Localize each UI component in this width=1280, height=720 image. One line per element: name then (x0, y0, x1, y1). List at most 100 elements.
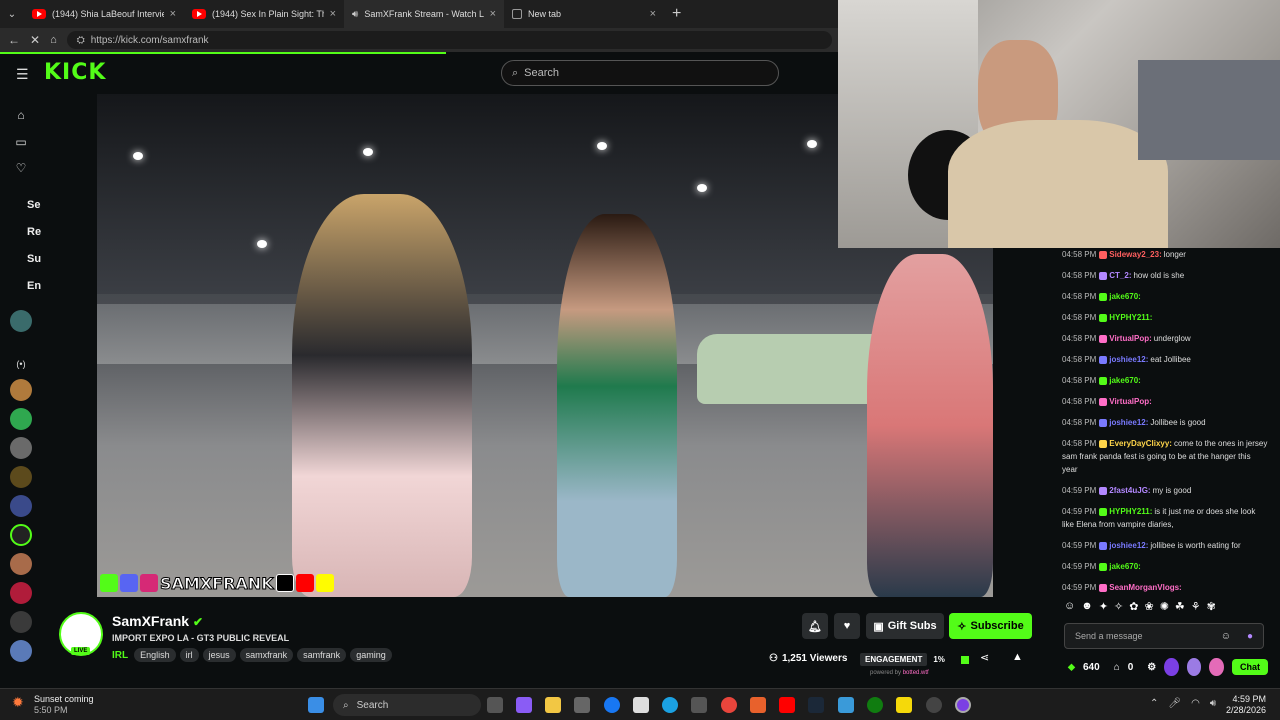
channel-avatar[interactable] (10, 466, 32, 488)
menu-icon[interactable]: ☰ (16, 66, 29, 83)
home-icon[interactable]: ⌂ (10, 104, 32, 126)
emote-icon[interactable]: ☺ (1064, 600, 1075, 613)
emote-icon[interactable]: ⚘ (1191, 600, 1201, 613)
following-heart-icon[interactable]: ♡ (10, 157, 32, 179)
emote-picker-icon[interactable]: ● (1247, 631, 1253, 642)
chat-username[interactable]: CT_2: (1109, 271, 1131, 280)
notes-icon[interactable] (896, 697, 912, 713)
clock[interactable]: 4:59 PM 2/28/2026 (1226, 694, 1266, 716)
store-icon[interactable] (574, 697, 590, 713)
app-icon[interactable] (838, 697, 854, 713)
chat-settings-gear-icon[interactable]: ⚙ (1147, 662, 1156, 673)
app-icon[interactable] (750, 697, 766, 713)
tray-chevron-icon[interactable]: ⌃ (1150, 698, 1158, 709)
channel-avatar[interactable] (10, 640, 32, 662)
subscribe-button[interactable]: ✧ Subscribe (949, 613, 1032, 639)
site-info-icon[interactable]: ⛭ (77, 35, 85, 46)
edge-icon[interactable] (662, 697, 678, 713)
mic-icon[interactable]: 🎤︎ (1168, 698, 1181, 709)
chat-username[interactable]: 2fast4uJG: (1109, 486, 1150, 495)
emote-icon[interactable]: ✾ (1207, 600, 1216, 613)
tag[interactable]: jesus (202, 648, 236, 662)
emote-icon[interactable]: ✺ (1160, 600, 1169, 613)
chat-username[interactable]: HYPHY211: (1109, 313, 1152, 322)
chat-username[interactable]: EveryDayClixyy: (1109, 439, 1172, 448)
emote-icon[interactable]: ☻ (1081, 600, 1093, 613)
category-link[interactable]: IRL (112, 650, 128, 661)
tag[interactable]: irl (179, 648, 199, 662)
emoji-icon[interactable]: ☺ (1221, 631, 1231, 642)
chrome-icon[interactable] (721, 697, 737, 713)
wifi-icon[interactable]: ◠ (1191, 698, 1200, 709)
kick-logo[interactable]: KICK (44, 60, 106, 85)
tab-2[interactable]: (1944) Sex In Plain Sight: The Figu × (184, 0, 344, 28)
close-icon[interactable]: × (650, 8, 656, 20)
tab-list-chevron-icon[interactable]: ⌄ (0, 9, 24, 20)
volume-icon[interactable]: 🔊︎ (1210, 698, 1216, 709)
channel-avatar[interactable] (10, 408, 32, 430)
channel-name[interactable]: SamXFrank (112, 613, 189, 629)
expand-icon[interactable]: (•) (10, 353, 32, 375)
windows-start-icon[interactable] (308, 697, 324, 713)
browse-icon[interactable]: ▭ (10, 131, 32, 153)
chat-username[interactable]: Sideway2_23: (1109, 250, 1161, 259)
channel-avatar[interactable] (10, 611, 32, 633)
tab-4[interactable]: New tab × (504, 0, 664, 28)
tag[interactable]: gaming (350, 648, 392, 662)
home-icon[interactable]: ⌂ (50, 34, 57, 46)
calculator-icon[interactable] (691, 697, 707, 713)
follow-heart-button[interactable]: ♥ (834, 613, 860, 639)
channel-avatar[interactable] (10, 437, 32, 459)
chat-username[interactable]: joshiee12: (1109, 541, 1148, 550)
close-icon[interactable]: × (330, 8, 336, 20)
extension-icon[interactable] (1209, 658, 1224, 676)
facebook-icon[interactable] (604, 697, 620, 713)
chat-username[interactable]: joshiee12: (1109, 355, 1148, 364)
chat-username[interactable]: SeanMorganVlogs: (1109, 583, 1181, 592)
chat-username[interactable]: HYPHY211: (1109, 507, 1152, 516)
emote-icon[interactable]: ❀ (1144, 600, 1153, 613)
steam-icon[interactable] (808, 697, 824, 713)
emote-icon[interactable]: ✿ (1129, 600, 1138, 613)
chat-message-input[interactable]: Send a message ☺ ● (1064, 623, 1264, 649)
file-explorer-icon[interactable] (545, 697, 561, 713)
chat-username[interactable]: jake670: (1109, 376, 1141, 385)
notification-bell-button[interactable]: 🔔︎ (802, 613, 828, 639)
github-icon[interactable] (926, 697, 942, 713)
gif-extension-icon[interactable] (1186, 658, 1202, 676)
chat-username[interactable]: joshiee12: (1109, 418, 1148, 427)
xbox-icon[interactable] (867, 697, 883, 713)
chat-username[interactable]: VirtualPop: (1109, 397, 1152, 406)
chat-username[interactable]: VirtualPop: (1109, 334, 1152, 343)
tag[interactable]: samxfrank (239, 648, 294, 662)
channel-avatar[interactable] (10, 553, 32, 575)
emote-icon[interactable]: ✦ (1099, 600, 1108, 613)
channel-avatar[interactable] (10, 379, 32, 401)
copilot-icon[interactable] (516, 697, 532, 713)
channel-avatar[interactable] (10, 582, 32, 604)
emote-icon[interactable]: ✧ (1114, 600, 1123, 613)
close-icon[interactable]: × (170, 8, 176, 20)
ttv-extension-icon[interactable] (1164, 658, 1179, 676)
weather-widget[interactable]: Sunset coming 5:50 PM (34, 694, 94, 716)
youtube-icon[interactable] (779, 697, 795, 713)
taskbar-search[interactable]: ⌕ Search (333, 694, 481, 716)
channel-avatar[interactable] (10, 495, 32, 517)
channel-avatar[interactable] (10, 524, 32, 546)
obs-icon[interactable] (955, 697, 971, 713)
tag[interactable]: English (134, 648, 176, 662)
chat-send-button[interactable]: Chat (1232, 659, 1268, 675)
url-input[interactable]: ⛭ https://kick.com/samxfrank (66, 31, 832, 49)
tag[interactable]: samfrank (297, 648, 347, 662)
report-icon[interactable]: ▲ (1012, 651, 1023, 663)
share-icon[interactable]: ⋖ (980, 651, 989, 664)
amazon-icon[interactable] (633, 697, 649, 713)
tab-3-active[interactable]: 🔊︎ SamXFrank Stream - Watch Li × (344, 0, 504, 28)
emote-icon[interactable]: ☘ (1175, 600, 1185, 613)
weather-icon[interactable]: ✹ (12, 694, 24, 711)
gift-icon[interactable]: ⌂ (1114, 662, 1120, 673)
powered-by-link[interactable]: botted.wtf (903, 670, 929, 676)
reload-icon[interactable]: ✕ (30, 33, 40, 47)
chat-username[interactable]: jake670: (1109, 562, 1141, 571)
task-view-icon[interactable] (487, 697, 503, 713)
